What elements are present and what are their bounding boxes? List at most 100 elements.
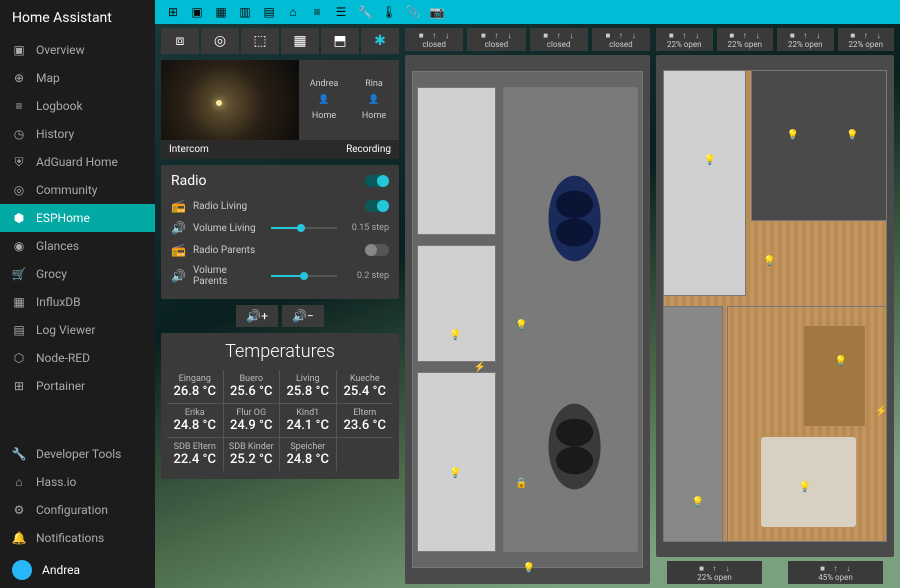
sidebar-item-history[interactable]: ◷History [0, 120, 155, 148]
cover-down-button[interactable]: ↓ [629, 30, 639, 40]
cover-stop-button[interactable]: ■ [416, 30, 426, 40]
sidebar-item-logbook[interactable]: ≡Logbook [0, 92, 155, 120]
topbar-icon[interactable]: ⌂ [285, 4, 301, 20]
temp-cell[interactable]: Speicher24.8 °C [280, 438, 337, 471]
cover-down-button[interactable]: ↓ [753, 30, 763, 40]
person-rina[interactable]: Rina 👤 Home [349, 60, 399, 140]
light-icon[interactable]: 💡 [704, 155, 716, 166]
person-andrea[interactable]: Andrea 👤 Home [299, 60, 349, 140]
camera-feed[interactable] [161, 60, 299, 140]
slider[interactable] [271, 275, 337, 277]
cover-down-button[interactable]: ↓ [442, 30, 452, 40]
cover-up-button[interactable]: ↑ [861, 30, 871, 40]
sidebar-item-portainer[interactable]: ⊞Portainer [0, 372, 155, 400]
topbar-icon[interactable]: ▣ [189, 4, 205, 20]
light-icon[interactable]: 💡 [763, 256, 775, 267]
sidebar-item-overview[interactable]: ▣Overview [0, 36, 155, 64]
volume-down-button[interactable]: 🔊− [282, 305, 324, 327]
topbar-icon[interactable]: ≡ [309, 4, 325, 20]
cover-up-button[interactable]: ↑ [740, 30, 750, 40]
radio-master-toggle[interactable] [365, 175, 389, 187]
sidebar-item-map[interactable]: ⊕Map [0, 64, 155, 92]
temp-cell[interactable]: SDB Kinder25.2 °C [224, 438, 281, 471]
sidebar-item-configuration[interactable]: ⚙Configuration [0, 496, 155, 524]
cover-stop-button[interactable]: ■ [478, 30, 488, 40]
floorplan-image[interactable]: 💡 💡 💡 💡 💡 💡 ⚡ 💡 [656, 55, 894, 557]
topbar-icon[interactable]: ▦ [213, 4, 229, 20]
sidebar-item-influxdb[interactable]: ▦InfluxDB [0, 288, 155, 316]
appliance-button[interactable]: ✱ [361, 28, 399, 54]
topbar-icon[interactable]: ▤ [261, 4, 277, 20]
sidebar-item-community[interactable]: ◎Community [0, 176, 155, 204]
volume-up-button[interactable]: 🔊+ [236, 305, 278, 327]
light-icon[interactable]: 💡 [799, 482, 811, 493]
topbar-icon[interactable]: 🌡 [381, 4, 397, 20]
temp-cell[interactable]: Eltern23.6 °C [337, 404, 394, 438]
temp-cell[interactable]: Flur OG24.9 °C [224, 404, 281, 438]
appliance-button[interactable]: ⧈ [161, 28, 199, 54]
cover-stop-button[interactable]: ■ [848, 30, 858, 40]
cover-up-button[interactable]: ↑ [679, 30, 689, 40]
toggle[interactable] [365, 244, 389, 256]
cover-down-button[interactable]: ↓ [504, 30, 514, 40]
topbar-icon[interactable]: ▥ [237, 4, 253, 20]
light-icon[interactable]: 💡 [515, 320, 527, 331]
cover-down-button[interactable]: ↓ [874, 30, 884, 40]
cover-stop-button[interactable]: ■ [697, 563, 707, 573]
user-row[interactable]: Andrea [0, 552, 155, 588]
temp-cell[interactable]: SDB Eltern22.4 °C [167, 438, 224, 471]
sidebar-item-grocy[interactable]: 🛒Grocy [0, 260, 155, 288]
lock-icon[interactable]: 🔒 [515, 478, 527, 489]
temp-cell[interactable]: Eingang26.8 °C [167, 370, 224, 404]
cover-down-button[interactable]: ↓ [723, 563, 733, 573]
appliance-button[interactable]: ▦ [281, 28, 319, 54]
temp-cell[interactable]: Kueche25.4 °C [337, 370, 394, 404]
temp-cell[interactable]: Kind124.1 °C [280, 404, 337, 438]
light-icon[interactable]: 💡 [692, 497, 704, 508]
sidebar-item-log-viewer[interactable]: ▤Log Viewer [0, 316, 155, 344]
cover-down-button[interactable]: ↓ [813, 30, 823, 40]
cover-up-button[interactable]: ↑ [710, 563, 720, 573]
topbar-icon[interactable]: 🔧 [357, 4, 373, 20]
light-icon[interactable]: 💡 [523, 563, 535, 574]
cover-down-button[interactable]: ↓ [567, 30, 577, 40]
temp-cell[interactable]: Living25.8 °C [280, 370, 337, 404]
cover-down-button[interactable]: ↓ [844, 563, 854, 573]
cover-up-button[interactable]: ↑ [616, 30, 626, 40]
cover-stop-button[interactable]: ■ [541, 30, 551, 40]
cover-stop-button[interactable]: ■ [818, 563, 828, 573]
temp-cell[interactable]: Buero25.6 °C [224, 370, 281, 404]
floorplan-image[interactable]: 💡 💡 ⚡ 💡 🔒 💡 [405, 55, 650, 584]
appliance-button[interactable]: ⬚ [241, 28, 279, 54]
topbar-icon[interactable]: 📷 [429, 4, 445, 20]
temp-cell[interactable]: Erika24.8 °C [167, 404, 224, 438]
light-icon[interactable]: 💡 [449, 330, 461, 341]
topbar-icon[interactable]: ⊞ [165, 4, 181, 20]
sidebar-item-notifications[interactable]: 🔔Notifications [0, 524, 155, 552]
light-icon[interactable]: 💡 [787, 130, 799, 141]
light-icon[interactable]: 💡 [835, 356, 847, 367]
sidebar-item-developer-tools[interactable]: 🔧Developer Tools [0, 440, 155, 468]
sidebar-item-hass.io[interactable]: ⌂Hass.io [0, 468, 155, 496]
topbar-icon[interactable]: 📎 [405, 4, 421, 20]
temp-cell[interactable] [337, 438, 394, 471]
cover-up-button[interactable]: ↑ [429, 30, 439, 40]
power-icon[interactable]: ⚡ [875, 406, 887, 417]
sidebar-item-glances[interactable]: ◉Glances [0, 232, 155, 260]
light-icon[interactable]: 💡 [846, 130, 858, 141]
topbar-icon[interactable]: ☰ [333, 4, 349, 20]
sidebar-item-esphome[interactable]: ⬢ESPHome [0, 204, 155, 232]
sidebar-item-adguard-home[interactable]: ⛨AdGuard Home [0, 148, 155, 176]
appliance-button[interactable]: ◎ [201, 28, 239, 54]
cover-stop-button[interactable]: ■ [603, 30, 613, 40]
cover-stop-button[interactable]: ■ [666, 30, 676, 40]
cover-up-button[interactable]: ↑ [554, 30, 564, 40]
cover-down-button[interactable]: ↓ [692, 30, 702, 40]
appliance-button[interactable]: ⬒ [321, 28, 359, 54]
cover-stop-button[interactable]: ■ [727, 30, 737, 40]
slider[interactable] [271, 227, 337, 229]
toggle[interactable] [365, 200, 389, 212]
sidebar-item-node-red[interactable]: ⬡Node-RED [0, 344, 155, 372]
cover-up-button[interactable]: ↑ [491, 30, 501, 40]
cover-up-button[interactable]: ↑ [800, 30, 810, 40]
